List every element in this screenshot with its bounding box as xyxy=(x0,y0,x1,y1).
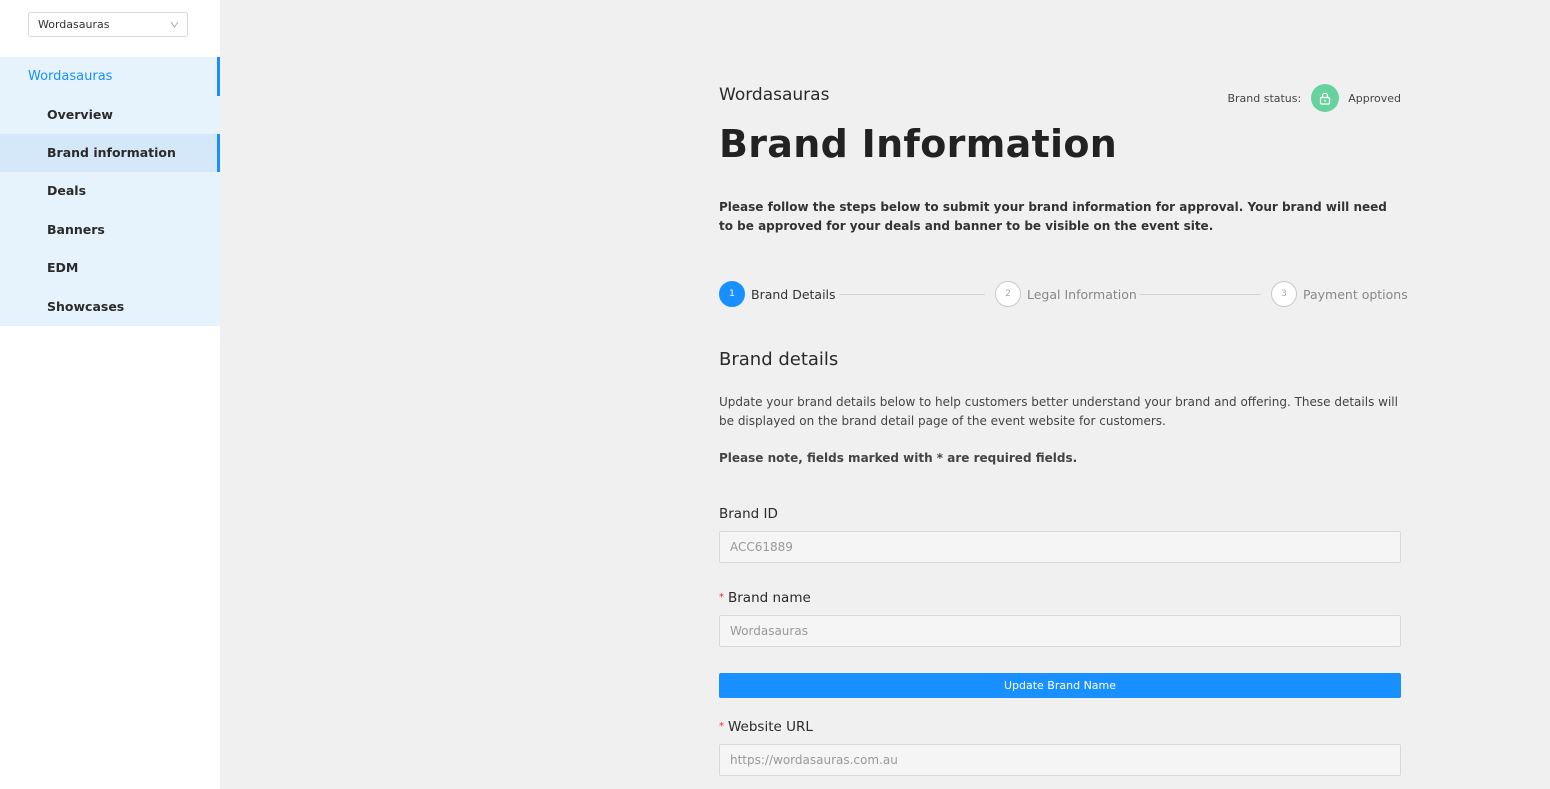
step-connector xyxy=(1139,294,1261,295)
sidebar-item-overview[interactable]: Overview xyxy=(0,96,220,134)
step-number: 1 xyxy=(719,281,745,307)
step-payment-options[interactable]: 3 Payment options xyxy=(1271,281,1408,307)
step-label: Brand Details xyxy=(751,286,836,302)
sidebar: Wordasauras Wordasauras Overview Brand i… xyxy=(0,0,220,789)
sidebar-group-wordasauras[interactable]: Wordasauras xyxy=(0,57,220,96)
sidebar-menu: Wordasauras Overview Brand information D… xyxy=(0,57,220,326)
brand-select[interactable]: Wordasauras xyxy=(28,12,188,37)
sidebar-item-banners[interactable]: Banners xyxy=(0,211,220,249)
section-description: Update your brand details below to help … xyxy=(719,395,1398,428)
step-number: 2 xyxy=(995,281,1021,307)
step-label: Payment options xyxy=(1303,286,1408,302)
required-fields-note: Please note, fields marked with * are re… xyxy=(719,451,1078,465)
update-brand-name-button[interactable]: Update Brand Name xyxy=(719,673,1401,698)
brand-name-label: * Brand name xyxy=(719,590,811,606)
sidebar-item-edm[interactable]: EDM xyxy=(0,249,220,287)
sidebar-item-deals[interactable]: Deals xyxy=(0,172,220,210)
brand-status-value: Approved xyxy=(1348,91,1401,105)
sidebar-item-brand-information[interactable]: Brand information xyxy=(0,134,220,172)
brand-name-field[interactable] xyxy=(719,615,1401,647)
brand-id-field[interactable] xyxy=(719,531,1401,563)
step-connector xyxy=(839,294,985,295)
brand-name-label-text: Brand name xyxy=(728,590,811,606)
steps: 1 Brand Details 2 Legal Information 3 Pa… xyxy=(719,281,1408,308)
brand-select-value: Wordasauras xyxy=(38,18,110,31)
brand-name-header: Wordasauras xyxy=(719,85,830,105)
website-url-field[interactable] xyxy=(719,744,1401,776)
step-label: Legal Information xyxy=(1027,286,1137,302)
step-brand-details[interactable]: 1 Brand Details xyxy=(719,281,836,307)
step-legal-information[interactable]: 2 Legal Information xyxy=(995,281,1137,307)
chevron-down-icon xyxy=(170,13,179,45)
website-url-label-text: Website URL xyxy=(728,719,813,735)
page-intro: Please follow the steps below to submit … xyxy=(719,200,1387,233)
section-title: Brand details xyxy=(719,349,839,370)
brand-id-label: Brand ID xyxy=(719,506,778,522)
website-url-label: * Website URL xyxy=(719,719,813,735)
required-marker: * xyxy=(719,592,724,603)
sidebar-item-showcases[interactable]: Showcases xyxy=(0,288,220,326)
brand-status: Brand status: Approved xyxy=(1227,84,1401,112)
step-number: 3 xyxy=(1271,281,1297,307)
lock-icon xyxy=(1311,84,1340,112)
brand-id-label-text: Brand ID xyxy=(719,506,778,522)
required-marker: * xyxy=(719,721,724,732)
brand-status-label: Brand status: xyxy=(1227,91,1302,105)
page-title: Brand Information xyxy=(719,122,1118,166)
